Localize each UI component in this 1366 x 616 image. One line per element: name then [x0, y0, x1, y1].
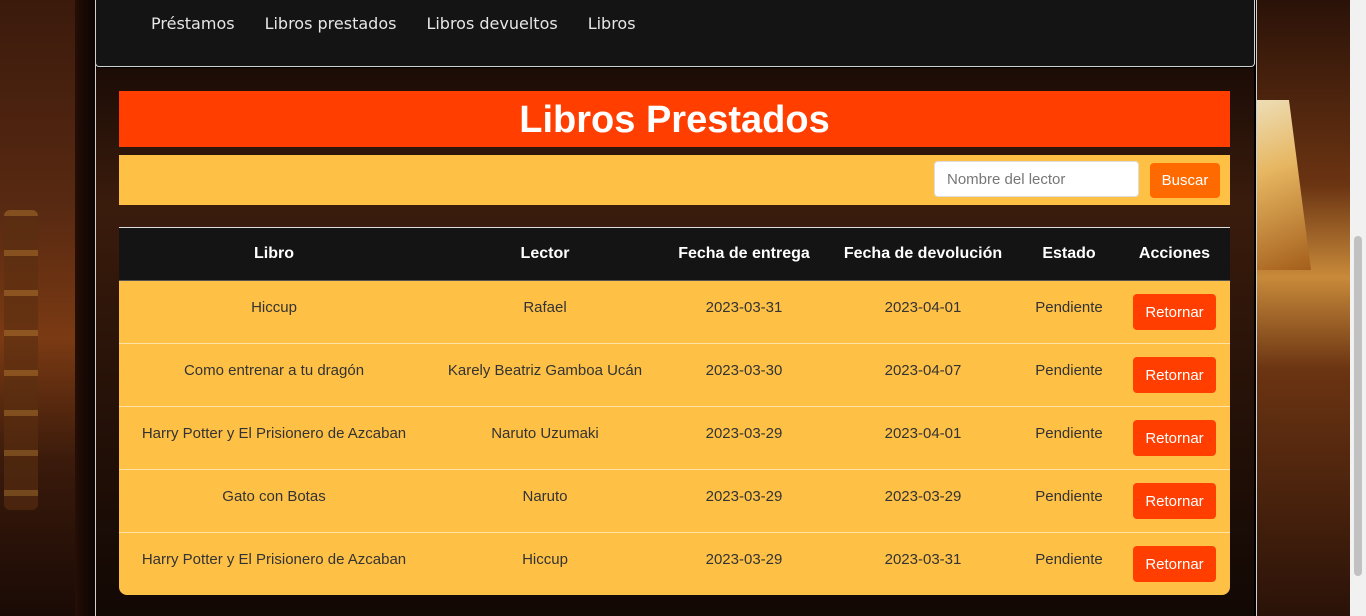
cell-libro: Harry Potter y El Prisionero de Azcaban — [119, 533, 429, 595]
lector-text: Naruto — [522, 487, 568, 505]
estado-text: Pendiente — [1035, 361, 1103, 379]
search-button[interactable]: Buscar — [1150, 163, 1220, 198]
devolucion-text: 2023-04-01 — [884, 298, 962, 316]
retornar-button[interactable]: Retornar — [1133, 294, 1216, 330]
cell-devolucion: 2023-03-29 — [827, 470, 1019, 533]
cell-lector: Hiccup — [429, 533, 661, 595]
estado-text: Pendiente — [1035, 550, 1103, 568]
cell-acciones: Retornar — [1119, 407, 1230, 470]
libro-text: Harry Potter y El Prisionero de Azcaban — [141, 424, 407, 442]
cell-devolucion: 2023-04-01 — [827, 407, 1019, 470]
cell-lector: Naruto Uzumaki — [429, 407, 661, 470]
header-fecha-entrega[interactable]: Fecha de entrega — [661, 227, 827, 281]
libro-text: Como entrenar a tu dragón — [183, 361, 365, 379]
devolucion-text: 2023-03-31 — [884, 550, 962, 568]
lector-text: Naruto Uzumaki — [491, 424, 599, 442]
page-scrollbar[interactable] — [1350, 0, 1366, 616]
cell-acciones: Retornar — [1119, 281, 1230, 344]
entrega-text: 2023-03-29 — [705, 550, 783, 568]
entrega-text: 2023-03-30 — [705, 361, 783, 379]
cell-acciones: Retornar — [1119, 470, 1230, 533]
search-bar: Buscar — [119, 155, 1230, 205]
cell-estado: Pendiente — [1019, 281, 1119, 344]
libro-text: Gato con Botas — [222, 487, 326, 505]
devolucion-text: 2023-03-29 — [884, 487, 962, 505]
devolucion-text: 2023-04-07 — [884, 361, 962, 379]
table-row: Harry Potter y El Prisionero de Azcaban … — [119, 407, 1230, 470]
cell-lector: Naruto — [429, 470, 661, 533]
nav-item-libros-prestados[interactable]: Libros prestados — [250, 12, 412, 35]
background-left — [0, 0, 75, 616]
entrega-text: 2023-03-31 — [705, 298, 783, 316]
nav-item-libros-devueltos[interactable]: Libros devueltos — [411, 12, 572, 35]
scrollbar-thumb[interactable] — [1354, 236, 1362, 576]
lamp-light — [1256, 100, 1311, 270]
cell-estado: Pendiente — [1019, 533, 1119, 595]
cell-lector: Rafael — [429, 281, 661, 344]
table-row: Hiccup Rafael 2023-03-31 2023-04-01 Pend… — [119, 281, 1230, 344]
header-lector[interactable]: Lector — [429, 227, 661, 281]
header-estado[interactable]: Estado — [1019, 227, 1119, 281]
header-acciones: Acciones — [1119, 227, 1230, 281]
cell-entrega: 2023-03-31 — [661, 281, 827, 344]
estado-text: Pendiente — [1035, 424, 1103, 442]
entrega-text: 2023-03-29 — [705, 424, 783, 442]
lector-text: Rafael — [523, 298, 567, 316]
lector-text: Karely Beatriz Gamboa Ucán — [447, 361, 643, 379]
estado-text: Pendiente — [1035, 298, 1103, 316]
cell-lector: Karely Beatriz Gamboa Ucán — [429, 344, 661, 407]
top-navbar: Préstamos Libros prestados Libros devuel… — [95, 0, 1255, 67]
estado-text: Pendiente — [1035, 487, 1103, 505]
table-row: Gato con Botas Naruto 2023-03-29 2023-03… — [119, 470, 1230, 533]
cell-libro: Como entrenar a tu dragón — [119, 344, 429, 407]
entrega-text: 2023-03-29 — [705, 487, 783, 505]
bookshelf-ornament — [4, 210, 38, 510]
cell-devolucion: 2023-04-07 — [827, 344, 1019, 407]
nav-menu: Préstamos Libros prestados Libros devuel… — [136, 12, 651, 35]
loans-table: Libro Lector Fecha de entrega Fecha de d… — [119, 227, 1230, 595]
nav-item-prestamos[interactable]: Préstamos — [136, 12, 250, 35]
cell-devolucion: 2023-03-31 — [827, 533, 1019, 595]
cell-entrega: 2023-03-29 — [661, 533, 827, 595]
cell-entrega: 2023-03-29 — [661, 407, 827, 470]
cell-entrega: 2023-03-30 — [661, 344, 827, 407]
cell-acciones: Retornar — [1119, 344, 1230, 407]
devolucion-text: 2023-04-01 — [884, 424, 962, 442]
nav-item-libros[interactable]: Libros — [573, 12, 651, 35]
retornar-button[interactable]: Retornar — [1133, 483, 1216, 519]
page-title-bar: Libros Prestados — [119, 91, 1230, 147]
header-libro[interactable]: Libro — [119, 227, 429, 281]
retornar-button[interactable]: Retornar — [1133, 546, 1216, 582]
cell-libro: Harry Potter y El Prisionero de Azcaban — [119, 407, 429, 470]
libro-text: Hiccup — [251, 298, 297, 316]
lector-text: Hiccup — [522, 550, 568, 568]
cell-acciones: Retornar — [1119, 533, 1230, 595]
cell-libro: Gato con Botas — [119, 470, 429, 533]
table-header-row: Libro Lector Fecha de entrega Fecha de d… — [119, 227, 1230, 281]
table-row: Harry Potter y El Prisionero de Azcaban … — [119, 533, 1230, 595]
libro-text: Harry Potter y El Prisionero de Azcaban — [141, 550, 407, 568]
cell-libro: Hiccup — [119, 281, 429, 344]
retornar-button[interactable]: Retornar — [1133, 420, 1216, 456]
page-title: Libros Prestados — [519, 99, 830, 141]
cell-estado: Pendiente — [1019, 470, 1119, 533]
cell-estado: Pendiente — [1019, 344, 1119, 407]
cell-devolucion: 2023-04-01 — [827, 281, 1019, 344]
search-input[interactable] — [934, 161, 1139, 197]
retornar-button[interactable]: Retornar — [1133, 357, 1216, 393]
table-row: Como entrenar a tu dragón Karely Beatriz… — [119, 344, 1230, 407]
header-fecha-devolucion[interactable]: Fecha de devolución — [827, 227, 1019, 281]
cell-estado: Pendiente — [1019, 407, 1119, 470]
cell-entrega: 2023-03-29 — [661, 470, 827, 533]
